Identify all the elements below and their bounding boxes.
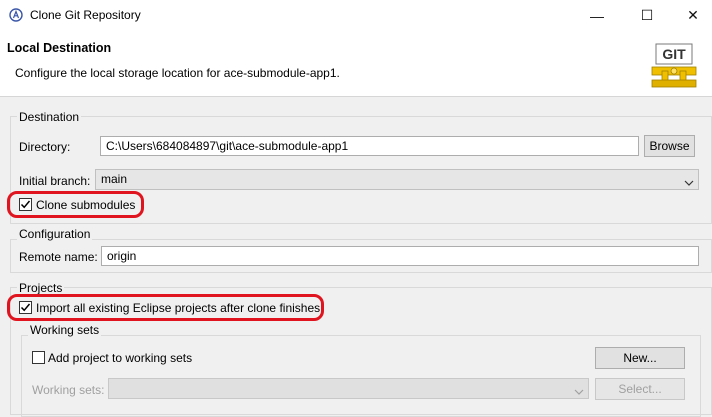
remote-name-input[interactable]: origin	[101, 246, 699, 266]
add-to-working-sets-checkbox[interactable]	[32, 351, 45, 364]
working-sets-select[interactable]	[108, 378, 589, 399]
configuration-group-label: Configuration	[17, 227, 93, 241]
clone-submodules-label[interactable]: Clone submodules	[36, 198, 135, 212]
page-description: Configure the local storage location for…	[15, 66, 340, 80]
directory-label: Directory:	[19, 140, 71, 154]
maximize-icon: ☐	[640, 7, 654, 23]
import-projects-checkbox[interactable]	[19, 301, 32, 314]
git-logo-text: GIT	[662, 46, 686, 62]
git-logo-icon: GIT	[650, 41, 698, 91]
chevron-down-icon	[574, 385, 584, 399]
page-title: Local Destination	[7, 41, 112, 55]
new-working-set-button[interactable]: New...	[595, 347, 685, 369]
minimize-button[interactable]: —	[574, 0, 620, 31]
initial-branch-value: main	[101, 172, 128, 186]
working-sets-label: Working sets:	[32, 383, 105, 397]
close-icon: ✕	[687, 7, 699, 23]
directory-input[interactable]: C:\Users\684084897\git\ace-submodule-app…	[100, 136, 639, 156]
minimize-icon: —	[590, 7, 604, 24]
add-to-working-sets-label[interactable]: Add project to working sets	[48, 351, 192, 365]
initial-branch-label: Initial branch:	[19, 174, 91, 188]
remote-name-label: Remote name:	[19, 250, 98, 264]
maximize-button[interactable]: ☐	[624, 0, 670, 31]
eclipse-app-icon	[9, 8, 23, 25]
projects-group-label: Projects	[17, 281, 65, 295]
close-button[interactable]: ✕	[670, 0, 712, 31]
destination-group-label: Destination	[17, 110, 82, 124]
import-projects-label[interactable]: Import all existing Eclipse projects aft…	[36, 301, 320, 315]
checkmark-icon	[20, 200, 31, 209]
working-sets-group-label: Working sets	[28, 323, 102, 337]
browse-button[interactable]: Browse	[644, 135, 695, 157]
window-title: Clone Git Repository	[30, 8, 141, 22]
clone-submodules-checkbox[interactable]	[19, 198, 32, 211]
select-working-sets-button[interactable]: Select...	[595, 378, 685, 400]
chevron-down-icon	[684, 176, 694, 190]
initial-branch-select[interactable]: main	[95, 169, 699, 190]
checkmark-icon	[20, 303, 31, 312]
